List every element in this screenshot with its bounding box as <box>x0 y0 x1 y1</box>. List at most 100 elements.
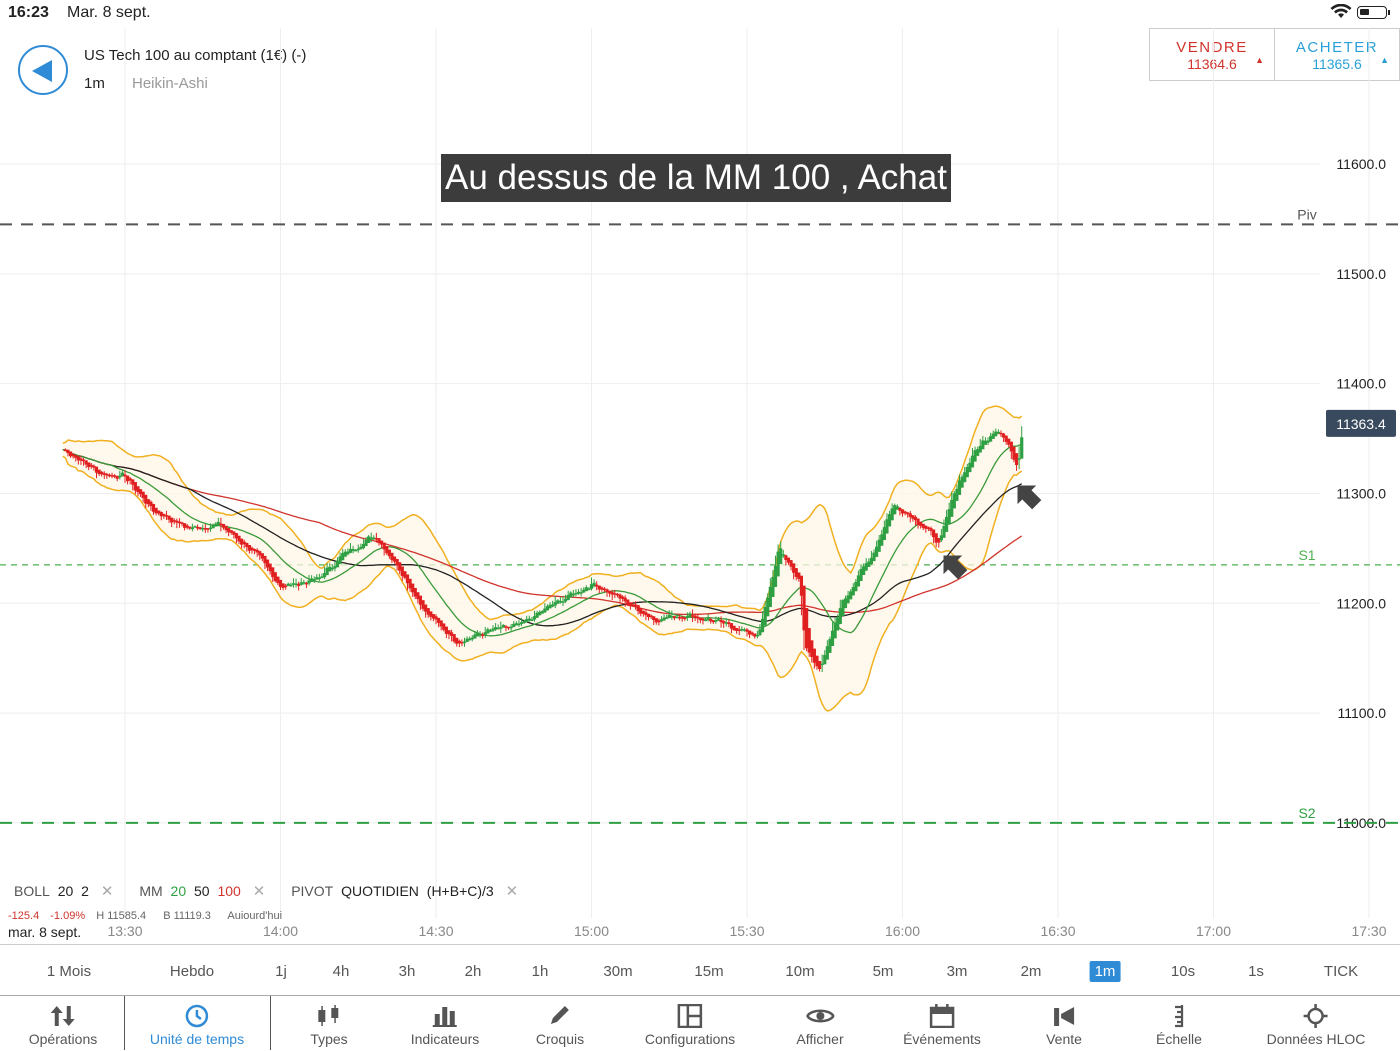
toolbar-label: Croquis <box>535 1031 585 1047</box>
day-label: Aujourd'hui <box>227 910 283 919</box>
legend-mm-20: 20 <box>170 883 187 899</box>
toolbar-operations[interactable]: Opérations <box>29 996 97 1051</box>
timeframe-1mois[interactable]: 1 Mois <box>42 961 96 982</box>
candle-body <box>1020 437 1024 459</box>
toolbar-display[interactable]: Afficher <box>796 996 844 1051</box>
remove-mm-icon[interactable]: ✕ <box>253 883 266 900</box>
day-stats: -125.4 -1.09% H 11585.4 B 11119.3 Aujour… <box>8 910 296 919</box>
timeframe-tick[interactable]: TICK <box>1319 961 1363 982</box>
x-tick-label: 17:30 <box>1351 923 1386 939</box>
timeframe-10m[interactable]: 10m <box>780 961 819 982</box>
chart-annotation[interactable]: Au dessus de la MM 100 , Achat <box>441 154 951 202</box>
eye-icon <box>796 1004 843 1028</box>
y-tick-label: 11500.0 <box>1336 266 1386 282</box>
timeframe-15m[interactable]: 15m <box>689 961 728 982</box>
y-tick-label: 11600.0 <box>1336 156 1386 172</box>
remove-boll-icon[interactable]: ✕ <box>101 883 114 900</box>
toolbar-label: Indicateurs <box>410 1031 480 1047</box>
pointer-arrow-icon <box>1017 485 1042 510</box>
indicator-legend: BOLL 20 2 ✕ MM 20 50 100 ✕ PIVOT QUOTIDI… <box>14 882 540 900</box>
candle-body <box>779 548 783 565</box>
layout-icon <box>645 1003 735 1029</box>
candles-icon <box>310 1004 347 1028</box>
remove-pivot-icon[interactable]: ✕ <box>506 883 519 900</box>
legend-boll-dev: 2 <box>81 883 89 899</box>
last-price-label: 11363.4 <box>1336 416 1386 432</box>
calendar-icon <box>903 1004 981 1029</box>
y-tick-label: 11200.0 <box>1336 595 1386 611</box>
toolbar-label: Événements <box>903 1031 981 1047</box>
toolbar-label: Opérations <box>28 1031 98 1047</box>
status-bar: 16:23 Mar. 8 sept. <box>0 0 1400 28</box>
timeframe-30m[interactable]: 30m <box>598 961 637 982</box>
bollinger-band-fill <box>62 406 1022 711</box>
toolbar-types[interactable]: Types <box>310 996 348 1051</box>
timeframe-3h[interactable]: 3h <box>394 961 421 982</box>
toolbar-sale[interactable]: Vente <box>1046 996 1082 1051</box>
candle-body <box>561 601 565 603</box>
pivot-label-piv: Piv <box>1297 206 1316 222</box>
x-tick-label: 13:30 <box>107 923 142 939</box>
y-tick-label: 11400.0 <box>1336 376 1386 392</box>
x-tick-label: 17:00 <box>1196 923 1231 939</box>
toolbar-scale[interactable]: Échelle <box>1156 996 1202 1051</box>
toolbar-label: Configurations <box>644 1031 736 1047</box>
bar-chart-icon <box>411 1004 479 1028</box>
megaphone-icon <box>1046 1004 1082 1028</box>
timeframe-4h[interactable]: 4h <box>328 961 355 982</box>
crosshair-icon <box>1267 1004 1366 1028</box>
x-tick-label: 15:30 <box>729 923 764 939</box>
legend-mm-100: 100 <box>217 883 241 899</box>
x-tick-label: 16:00 <box>885 923 920 939</box>
wifi-icon <box>1330 3 1352 25</box>
x-tick-label: 14:00 <box>263 923 298 939</box>
day-change-pct: -1.09% <box>50 910 86 919</box>
toolbar-label: Vente <box>1046 1031 1082 1047</box>
x-tick-label: 14:30 <box>418 923 453 939</box>
x-tick-label: 16:30 <box>1040 923 1075 939</box>
timeframe-1j[interactable]: 1j <box>270 961 292 982</box>
day-change: -125.4 <box>8 910 40 919</box>
legend-boll[interactable]: BOLL <box>14 883 50 899</box>
y-tick-label: 11300.0 <box>1336 485 1386 501</box>
timeframe-1s[interactable]: 1s <box>1243 961 1269 982</box>
timeframe-bar: 1 Mois Hebdo 1j 4h 3h 2h 1h 30m 15m 10m … <box>0 944 1400 995</box>
candle-body <box>755 634 759 637</box>
timeframe-1m[interactable]: 1m <box>1089 961 1121 982</box>
toolbar-configurations[interactable]: Configurations <box>645 996 735 1051</box>
toolbar-timeframe[interactable]: Unité de temps <box>150 996 244 1051</box>
day-low: B 11119.3 <box>163 910 211 919</box>
legend-boll-period: 20 <box>57 883 74 899</box>
bottom-toolbar: Opérations Unité de temps Types Indicate… <box>0 995 1400 1051</box>
arrows-updown-icon <box>29 1004 97 1028</box>
toolbar-sketch[interactable]: Croquis <box>536 996 584 1051</box>
pivot-label-s1: S1 <box>1298 547 1315 563</box>
timeframe-2m[interactable]: 2m <box>1016 961 1047 982</box>
timeframe-2h[interactable]: 2h <box>460 961 487 982</box>
timeframe-1h[interactable]: 1h <box>527 961 554 982</box>
toolbar-label: Afficher <box>796 1031 844 1047</box>
timeframe-hebdo[interactable]: Hebdo <box>165 961 219 982</box>
toolbar-label: Données HLOC <box>1266 1031 1366 1047</box>
pencil-icon <box>536 1004 584 1028</box>
legend-pivot[interactable]: PIVOT <box>291 883 333 899</box>
status-date: Mar. 8 sept. <box>67 4 151 21</box>
timeframe-5m[interactable]: 5m <box>868 961 899 982</box>
legend-mm[interactable]: MM <box>139 883 162 899</box>
legend-mm-50: 50 <box>194 883 210 899</box>
candle-body <box>530 619 534 621</box>
toolbar-label: Unité de temps <box>149 1031 245 1047</box>
timeframe-10s[interactable]: 10s <box>1166 961 1200 982</box>
toolbar-label: Échelle <box>1156 1031 1202 1047</box>
timeframe-3m[interactable]: 3m <box>942 961 973 982</box>
y-tick-label: 11000.0 <box>1336 815 1386 831</box>
x-tick-label: 15:00 <box>574 923 609 939</box>
toolbar-indicators[interactable]: Indicateurs <box>411 996 479 1051</box>
toolbar-events[interactable]: Événements <box>903 996 981 1051</box>
toolbar-hloc[interactable]: Données HLOC <box>1266 996 1366 1051</box>
x-axis-date: mar. 8 sept. <box>8 924 82 940</box>
battery-icon <box>1357 6 1390 19</box>
toolbar-label: Types <box>310 1031 348 1047</box>
scale-icon <box>1156 1004 1202 1028</box>
candle-body <box>289 584 293 587</box>
